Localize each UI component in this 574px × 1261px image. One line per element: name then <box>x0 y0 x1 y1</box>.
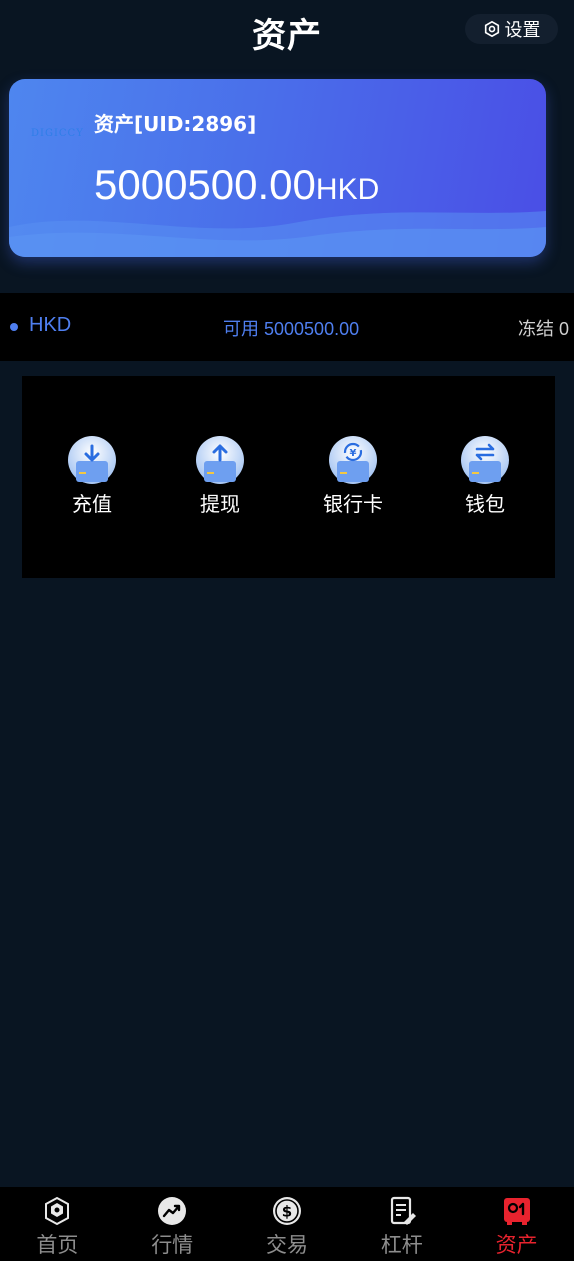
bank-card-icon: ¥ <box>329 436 377 484</box>
withdraw-button[interactable]: 提现 <box>170 436 270 517</box>
asset-card: DIGICCY 资产[UID:2896] 5000500.00HKD <box>9 79 546 257</box>
wallet-label: 钱包 <box>465 492 505 516</box>
withdraw-label: 提现 <box>200 492 240 516</box>
tab-trade-label: 交易 <box>265 1233 308 1257</box>
bank-card-label: 银行卡 <box>323 492 383 516</box>
wallet-icon <box>461 436 509 484</box>
action-panel: 充值 提现 ¥ 银行卡 钱包 <box>22 376 555 578</box>
settings-button[interactable]: 设置 <box>465 14 558 44</box>
home-icon <box>45 1196 70 1226</box>
deposit-icon <box>68 436 116 484</box>
tab-market[interactable]: 行情 <box>115 1187 230 1261</box>
asset-uid: 资产[UID:2896] <box>94 112 257 136</box>
assets-page: 资产 设置 DIGICCY 资产[UID:2896] 5000500.00HKD… <box>0 0 574 1261</box>
wallet-button[interactable]: 钱包 <box>435 436 535 517</box>
tab-market-label: 行情 <box>151 1233 194 1257</box>
bottom-tab-bar: 首页 行情 $ 交易 杠杆 资产 <box>0 1187 574 1261</box>
currency-balance-row[interactable]: HKD 可用 5000500.00 冻结 0 <box>0 293 574 361</box>
tab-assets-label: 资产 <box>495 1233 538 1257</box>
tab-trade[interactable]: $ 交易 <box>230 1187 345 1261</box>
available-balance: 可用 5000500.00 <box>223 319 360 339</box>
total-assets: 5000500.00HKD <box>94 161 379 209</box>
assets-icon <box>503 1198 530 1225</box>
tab-leverage-label: 杠杆 <box>380 1233 423 1257</box>
deposit-label: 充值 <box>72 492 112 516</box>
svg-text:$: $ <box>282 1203 292 1221</box>
withdraw-icon <box>196 436 244 484</box>
header: 资产 设置 <box>0 0 574 60</box>
gear-icon <box>484 20 499 38</box>
frozen-balance: 冻结 0 <box>517 319 569 339</box>
currency-dot <box>10 323 18 331</box>
leverage-icon <box>390 1196 416 1225</box>
tab-assets[interactable]: 资产 <box>459 1187 574 1261</box>
total-amount: 5000500.00 <box>94 161 316 208</box>
card-logo: DIGICCY <box>31 128 84 139</box>
tab-leverage[interactable]: 杠杆 <box>344 1187 459 1261</box>
tab-home-label: 首页 <box>36 1233 79 1257</box>
svg-text:¥: ¥ <box>350 448 357 459</box>
total-currency: HKD <box>315 173 380 206</box>
market-icon <box>158 1197 187 1225</box>
trade-icon: $ <box>272 1197 301 1225</box>
settings-label: 设置 <box>504 20 541 41</box>
deposit-button[interactable]: 充值 <box>42 436 142 517</box>
balance-currency: HKD <box>29 314 72 336</box>
bank-card-button[interactable]: ¥ 银行卡 <box>303 436 403 517</box>
tab-home[interactable]: 首页 <box>0 1187 115 1261</box>
